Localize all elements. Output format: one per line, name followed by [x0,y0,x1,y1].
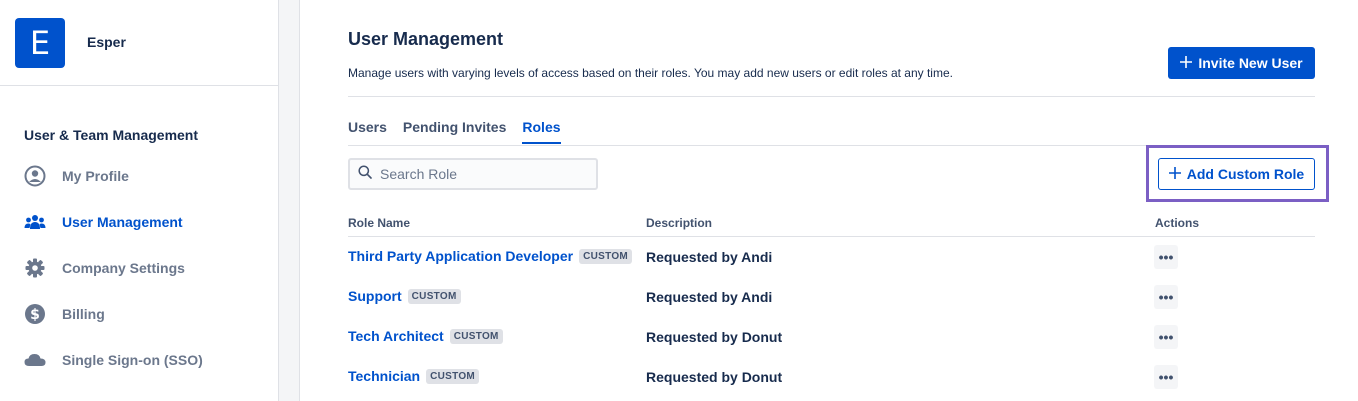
dollar-icon: $ [24,303,46,325]
column-header-role-name: Role Name [348,216,411,230]
add-custom-role-button[interactable]: Add Custom Role [1158,158,1315,190]
cloud-icon [24,349,46,371]
sidebar-item-sso[interactable]: Single Sign-on (SSO) [24,348,203,372]
column-header-description: Description [646,216,713,230]
users-icon [24,211,46,233]
page-title: User Management [348,29,504,49]
tab-roles[interactable]: Roles [522,119,561,144]
more-actions-button[interactable]: ••• [1154,245,1178,269]
sidebar-item-label: Company Settings [62,260,185,276]
role-name-cell: Third Party Application Developer CUSTOM [348,248,633,264]
company-name: Esper [87,33,126,50]
sidebar-item-my-profile[interactable]: My Profile [24,164,129,188]
search-icon [358,164,372,184]
role-name-link[interactable]: Third Party Application Developer [348,248,573,264]
role-name-link[interactable]: Technician [348,368,420,384]
custom-badge: CUSTOM [407,288,461,304]
sidebar-item-company-settings[interactable]: Company Settings [24,256,185,280]
more-actions-button[interactable]: ••• [1154,365,1178,389]
tab-pending-invites[interactable]: Pending Invites [403,119,506,144]
table-row: Tech Architect CUSTOM Requested by Donut… [348,325,1315,349]
invite-new-user-button[interactable]: Invite New User [1168,47,1315,79]
custom-badge: CUSTOM [449,328,503,344]
page-subtitle: Manage users with varying levels of acce… [348,66,953,80]
sidebar: E Esper User & Team Management My Profil… [0,0,279,401]
gear-icon [24,257,46,279]
more-actions-button[interactable]: ••• [1154,285,1178,309]
svg-text:$: $ [30,307,40,323]
plus-icon [1180,55,1193,71]
tab-bar: Users Pending Invites Roles [348,119,561,144]
header-divider [348,96,1315,97]
role-name-link[interactable]: Tech Architect [348,328,444,344]
role-description: Requested by Andi [646,249,773,265]
role-name-cell: Tech Architect CUSTOM [348,328,503,344]
company-logo[interactable]: E [15,17,65,68]
sidebar-item-user-management[interactable]: User Management [24,210,183,234]
role-name-cell: Support CUSTOM [348,288,461,304]
table-header-divider [348,236,1315,237]
role-name-cell: Technician CUSTOM [348,368,480,384]
role-name-link[interactable]: Support [348,288,402,304]
sidebar-item-label: My Profile [62,168,129,184]
brand-header: E Esper [0,0,278,86]
role-description: Requested by Donut [646,369,783,385]
table-row: Third Party Application Developer CUSTOM… [348,245,1315,269]
search-role-input[interactable] [380,166,580,182]
plus-icon [1168,166,1181,182]
tab-users[interactable]: Users [348,119,387,144]
add-button-label: Add Custom Role [1186,166,1305,182]
role-description: Requested by Donut [646,329,783,345]
table-row: Technician CUSTOM Requested by Donut ••• [348,365,1315,389]
sidebar-item-billing[interactable]: $ Billing [24,302,105,326]
nav-section-heading: User & Team Management [24,127,199,143]
search-box[interactable] [348,158,598,190]
custom-badge: CUSTOM [579,248,633,264]
table-row: Support CUSTOM Requested by Andi ••• [348,285,1315,309]
invite-button-label: Invite New User [1198,55,1303,71]
user-circle-icon [24,165,46,187]
sidebar-item-label: User Management [62,214,183,230]
column-header-actions: Actions [1155,216,1200,230]
role-description: Requested by Andi [646,289,773,305]
more-actions-button[interactable]: ••• [1154,325,1178,349]
sidebar-item-label: Single Sign-on (SSO) [62,352,203,368]
sidebar-item-label: Billing [62,306,105,322]
custom-badge: CUSTOM [426,368,480,384]
main-content: User Management Manage users with varyin… [299,0,1358,401]
